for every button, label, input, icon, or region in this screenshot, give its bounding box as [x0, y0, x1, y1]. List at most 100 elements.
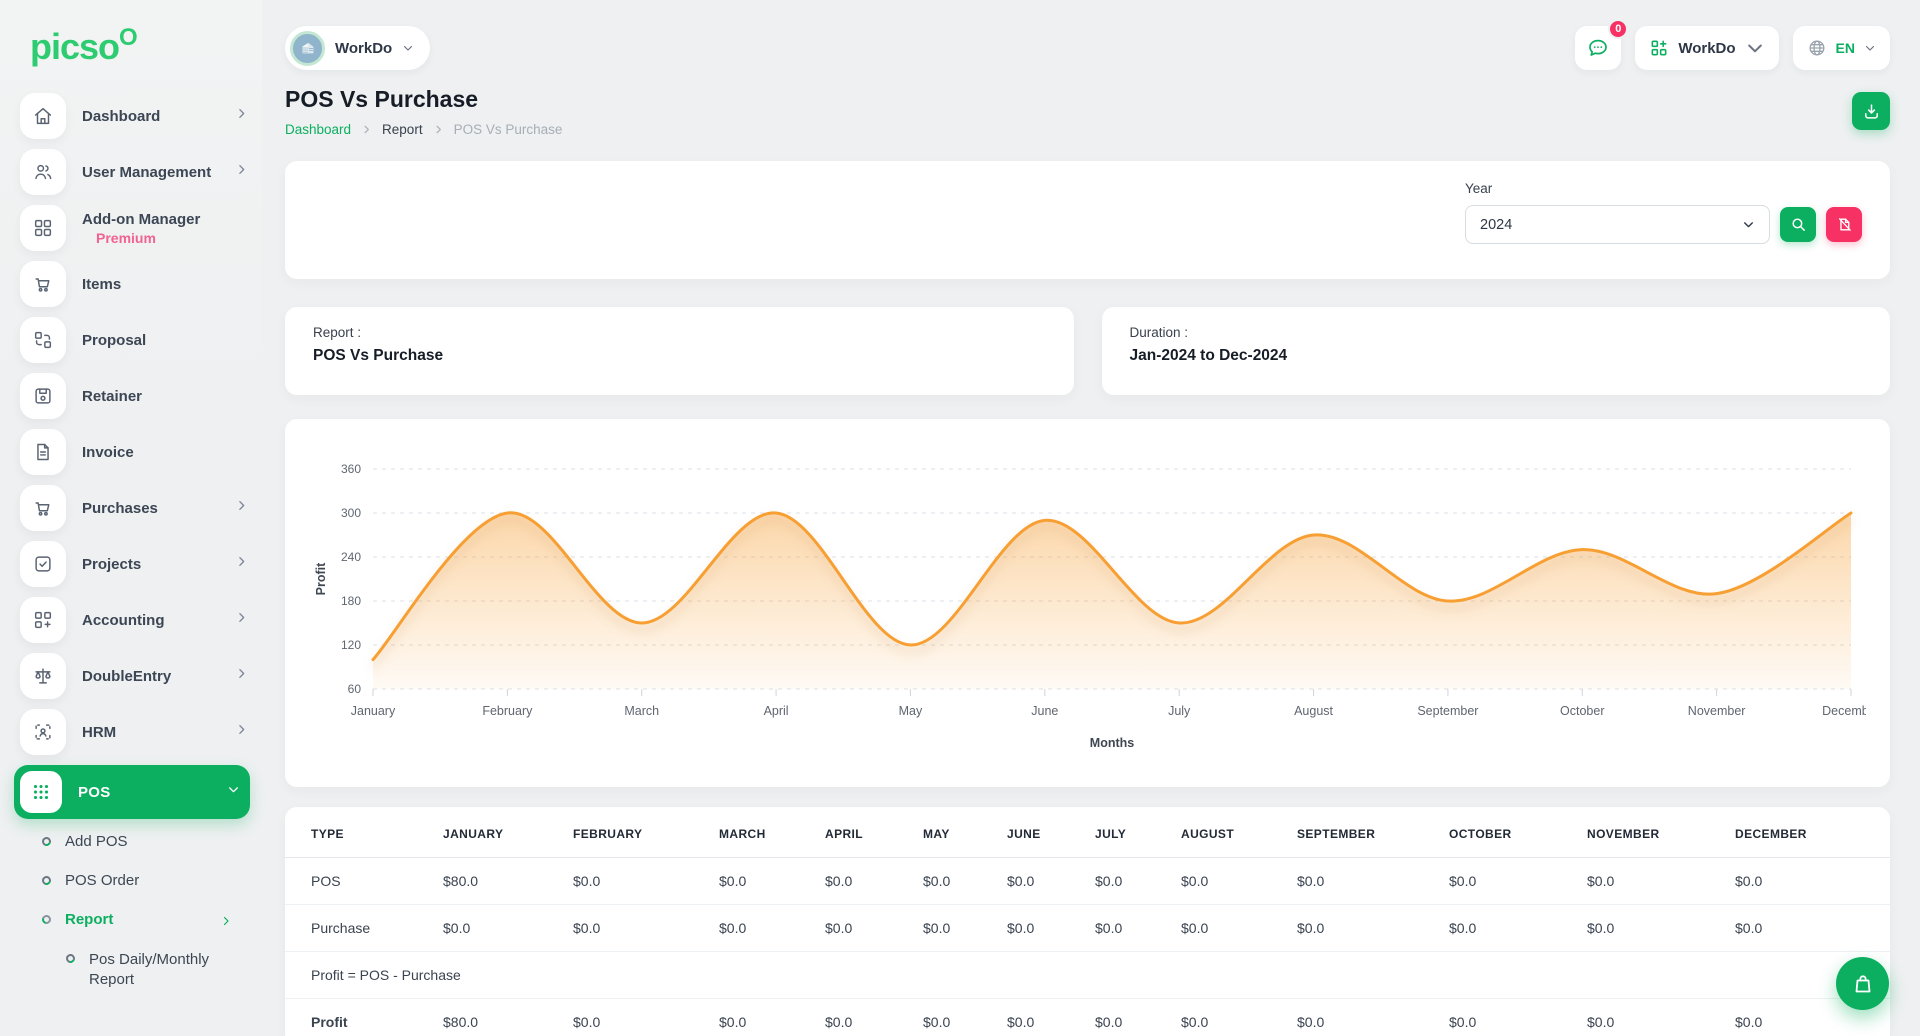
table-column-header: TYPE	[285, 811, 433, 858]
workspace-switcher[interactable]: WorkDo	[285, 26, 430, 70]
cell-value: $0.0	[1171, 905, 1287, 952]
row-label: Purchase	[285, 905, 433, 952]
invoice-file-icon	[20, 429, 66, 475]
svg-text:June: June	[1031, 704, 1058, 718]
sidebar-item-user-management[interactable]: User Management	[20, 149, 250, 195]
table-header: TYPEJANUARYFEBRUARYMARCHAPRILMAYJUNEJULY…	[285, 811, 1890, 858]
table-column-header: MARCH	[709, 811, 815, 858]
row-label: Profit	[285, 999, 433, 1036]
premium-badge: Premium	[96, 230, 200, 246]
cell-value: $0.0	[1577, 905, 1725, 952]
svg-text:August: August	[1294, 704, 1333, 718]
sidebar-item-proposal[interactable]: Proposal	[20, 317, 250, 363]
page-title: POS Vs Purchase	[285, 86, 562, 113]
download-button[interactable]	[1852, 92, 1890, 130]
sidebar-item-items[interactable]: Items	[20, 261, 250, 307]
company-switcher[interactable]: WorkDo	[1635, 26, 1778, 70]
report-value: POS Vs Purchase	[313, 347, 1046, 365]
chevron-right-icon	[235, 107, 248, 125]
messages-button[interactable]: 0	[1575, 26, 1621, 70]
cell-value: $0.0	[1085, 999, 1171, 1036]
proposal-swap-icon	[20, 317, 66, 363]
cell-value: $0.0	[815, 999, 913, 1036]
double-entry-scale-icon	[20, 653, 66, 699]
svg-text:July: July	[1168, 704, 1191, 718]
sidebar-item-invoice[interactable]: Invoice	[20, 429, 250, 475]
sidebar-item-label: Projects	[82, 556, 141, 573]
svg-text:300: 300	[341, 506, 361, 520]
table-row-purchase: Purchase$0.0$0.0$0.0$0.0$0.0$0.0$0.0$0.0…	[285, 905, 1890, 952]
svg-text:120: 120	[341, 638, 361, 652]
sidebar-item-label: Proposal	[82, 332, 146, 349]
sidebar-item-doubleentry[interactable]: DoubleEntry	[20, 653, 250, 699]
svg-text:September: September	[1417, 704, 1478, 718]
chevron-down-icon	[227, 783, 240, 801]
duration-label: Duration :	[1130, 325, 1863, 340]
sidebar-item-accounting[interactable]: Accounting	[20, 597, 250, 643]
submenu-item-pos-daily-monthly-report[interactable]: Pos Daily/Monthly Report	[42, 950, 242, 991]
svg-text:240: 240	[341, 550, 361, 564]
chevron-right-icon	[361, 124, 372, 135]
sidebar-item-retainer[interactable]: Retainer	[20, 373, 250, 419]
language-selector[interactable]: EN	[1793, 26, 1890, 70]
reset-filter-button[interactable]	[1826, 207, 1862, 242]
sidebar-item-add-on-manager[interactable]: Add-on ManagerPremium	[20, 205, 250, 251]
accounting-grid-plus-icon	[20, 597, 66, 643]
pos-cart-fab[interactable]	[1836, 957, 1889, 1010]
sidebar-item-dashboard[interactable]: Dashboard	[20, 93, 250, 139]
shopping-bag-icon	[1851, 972, 1875, 996]
sidebar-item-pos-active[interactable]: POS	[14, 765, 250, 819]
addon-grid-icon	[20, 205, 66, 251]
page-head: POS Vs Purchase Dashboard Report POS Vs …	[285, 86, 1890, 137]
chevron-right-icon	[220, 914, 232, 931]
search-button[interactable]	[1780, 207, 1816, 242]
cell-value: $0.0	[913, 905, 997, 952]
svg-text:November: November	[1688, 704, 1746, 718]
sidebar-item-purchases[interactable]: Purchases	[20, 485, 250, 531]
users-icon	[20, 149, 66, 195]
cell-value: $0.0	[1085, 905, 1171, 952]
svg-text:December: December	[1822, 704, 1866, 718]
chevron-right-icon	[235, 611, 248, 629]
sidebar-item-label: Items	[82, 276, 121, 293]
table-column-header: NOVEMBER	[1577, 811, 1725, 858]
workspace-avatar	[290, 31, 325, 66]
hrm-focus-icon	[20, 709, 66, 755]
breadcrumb-dashboard[interactable]: Dashboard	[285, 122, 351, 137]
app-logo[interactable]: picsoO	[30, 26, 250, 65]
submenu-item-pos-order[interactable]: POS Order	[42, 872, 250, 889]
company-name: WorkDo	[1678, 40, 1735, 57]
cell-value: $0.0	[1171, 999, 1287, 1036]
duration-summary-card: Duration : Jan-2024 to Dec-2024	[1102, 307, 1891, 395]
cell-value: $0.0	[997, 999, 1085, 1036]
cell-value: $0.0	[815, 905, 913, 952]
year-select[interactable]: 2024	[1465, 205, 1770, 244]
cell-value: $0.0	[1725, 858, 1890, 905]
sidebar: picsoO Dashboard User Management Add-on Ma…	[0, 0, 262, 1036]
table-column-header: JANUARY	[433, 811, 563, 858]
cell-value: $0.0	[563, 999, 709, 1036]
chevron-right-icon	[235, 163, 248, 181]
svg-text:360: 360	[341, 462, 361, 476]
sidebar-item-projects[interactable]: Projects	[20, 541, 250, 587]
pos-submenu: Add POS POS Order Report Pos Daily/Monthly …	[20, 833, 250, 991]
chevron-down-icon	[1742, 218, 1755, 231]
summary-row: Report : POS Vs Purchase Duration : Jan-…	[285, 307, 1890, 395]
submenu-item-report[interactable]: Report	[42, 911, 250, 928]
sidebar-item-label: Dashboard	[82, 108, 160, 125]
cell-value: $0.0	[433, 905, 563, 952]
cell-value: $80.0	[433, 999, 563, 1036]
formula-note: Profit = POS - Purchase	[285, 952, 1890, 999]
cell-value: $0.0	[1439, 999, 1577, 1036]
chevron-right-icon	[235, 723, 248, 741]
sidebar-item-label: POS	[78, 784, 111, 801]
company-grid-icon	[1649, 38, 1669, 58]
workspace-name: WorkDo	[335, 40, 392, 57]
cell-value: $0.0	[1085, 858, 1171, 905]
submenu-item-add-pos[interactable]: Add POS	[42, 833, 250, 850]
sidebar-item-label: Invoice	[82, 444, 134, 461]
chevron-down-icon	[1864, 42, 1876, 54]
projects-check-icon	[20, 541, 66, 587]
sidebar-item-hrm[interactable]: HRM	[20, 709, 250, 755]
breadcrumb-report[interactable]: Report	[382, 122, 423, 137]
